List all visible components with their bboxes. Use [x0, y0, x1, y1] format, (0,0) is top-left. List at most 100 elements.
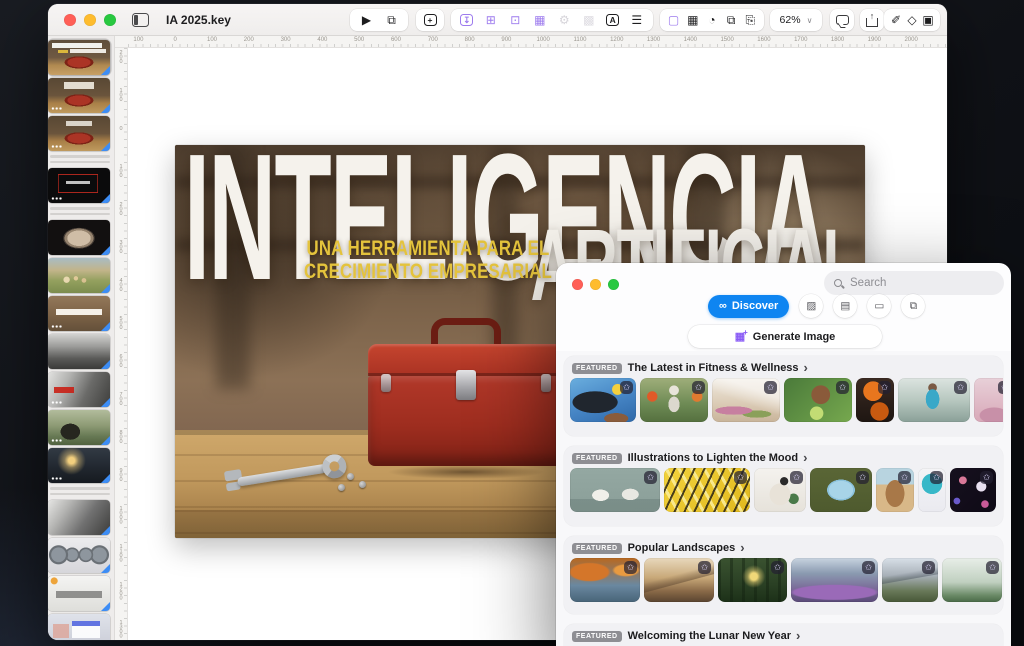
generate-image-button[interactable]: ▦ + Generate Image: [688, 325, 882, 348]
thumb-two-boats[interactable]: ✩: [570, 468, 660, 512]
favorite-star-badge[interactable]: ✩: [620, 381, 633, 394]
favorite-star-badge[interactable]: ✩: [734, 471, 747, 484]
format-brush-icon[interactable]: ✐: [889, 9, 903, 31]
thumb-foggy-hills[interactable]: ✩: [942, 558, 1002, 602]
search-field[interactable]: [824, 271, 1004, 295]
thumb-yellow-swirls[interactable]: ✩: [664, 468, 750, 512]
thumb-pink-workout[interactable]: ✩: [974, 378, 1003, 422]
favorite-star-badge[interactable]: ✩: [698, 561, 711, 574]
favorite-star-badge[interactable]: ✩: [836, 381, 849, 394]
new-slide-purple-icon[interactable]: ⊞: [484, 9, 498, 31]
slide-thumb-14[interactable]: [48, 576, 110, 611]
photos-tab[interactable]: ▨: [799, 294, 823, 318]
favorite-star-badge[interactable]: ✩: [790, 471, 803, 484]
add-slide-icon[interactable]: +: [424, 14, 437, 26]
magic-style-icon[interactable]: ⚙: [557, 9, 571, 31]
slide-subtitle[interactable]: UNA HERRAMIENTA PARA EL CRECIMIENTO EMPR…: [272, 237, 584, 283]
media-icon[interactable]: ⧉: [724, 9, 738, 31]
traffic-light[interactable]: [64, 14, 76, 26]
section-header[interactable]: FEATURED Welcoming the Lunar New Year ›: [564, 624, 1003, 646]
skipped-slides-separator[interactable]: [48, 484, 114, 498]
favorite-star-badge[interactable]: ✩: [692, 381, 705, 394]
section-header[interactable]: FEATURED Popular Landscapes ›: [564, 536, 1003, 558]
slide-thumb-9[interactable]: [48, 372, 110, 407]
text-box-icon[interactable]: A: [606, 14, 619, 26]
slide-thumb-2[interactable]: [48, 78, 110, 113]
grid-icon[interactable]: ▩: [582, 9, 596, 31]
favorite-star-badge[interactable]: ✩: [986, 561, 999, 574]
traffic-light[interactable]: [104, 14, 116, 26]
thumb-woman-green-juice[interactable]: ✩: [784, 378, 852, 422]
traffic-light[interactable]: [84, 14, 96, 26]
skipped-slides-separator[interactable]: [48, 204, 114, 218]
insert-gallery-icon[interactable]: ▦: [533, 9, 547, 31]
slide-thumb-13[interactable]: [48, 538, 110, 573]
thumb-space-rocket[interactable]: ✩: [950, 468, 996, 512]
thumb-sunlit-forest[interactable]: ✩: [718, 558, 787, 602]
insert-image-icon[interactable]: ⊡: [508, 9, 522, 31]
favorite-star-badge[interactable]: ✩: [878, 381, 891, 394]
favorite-star-badge[interactable]: ✩: [954, 381, 967, 394]
slide-thumb-5[interactable]: [48, 220, 110, 255]
shape-icon[interactable]: ▢: [667, 9, 681, 31]
slide-thumb-12[interactable]: [48, 500, 110, 535]
traffic-light[interactable]: [608, 279, 619, 290]
slide-thumb-11[interactable]: [48, 448, 110, 483]
skipped-slides-separator[interactable]: [48, 152, 114, 166]
slide-thumb-7[interactable]: [48, 296, 110, 331]
thumb-teal-balloon[interactable]: ✩: [918, 468, 946, 512]
favorite-star-badge[interactable]: ✩: [624, 561, 637, 574]
favorite-star-badge[interactable]: ✩: [771, 561, 784, 574]
favorite-star-badge[interactable]: ✩: [980, 471, 993, 484]
thumb-man-treadmill[interactable]: ✩: [898, 378, 970, 422]
favorite-star-badge[interactable]: ✩: [862, 561, 875, 574]
search-input[interactable]: [848, 276, 978, 290]
thumb-dog-sunglasses[interactable]: ✩: [754, 468, 806, 512]
slide-thumb-1[interactable]: [48, 40, 110, 75]
slide-thumb-8[interactable]: [48, 334, 110, 369]
slide-thumb-15[interactable]: [48, 614, 110, 641]
thumb-orange-gym-balls[interactable]: ✩: [856, 378, 894, 422]
section-header[interactable]: FEATURED Illustrations to Lighten the Mo…: [564, 446, 1003, 468]
graphics-tab[interactable]: ▤: [833, 294, 857, 318]
favorite-star-badge[interactable]: ✩: [898, 471, 911, 484]
thumb-lupine-field[interactable]: ✩: [791, 558, 878, 602]
tab-discover[interactable]: ∞ Discover: [708, 295, 789, 318]
zoom-dropdown[interactable]: 62% ∨: [770, 9, 822, 31]
thumb-yoga-mats[interactable]: ✩: [712, 378, 780, 422]
favorite-star-badge[interactable]: ✩: [930, 471, 943, 484]
traffic-light[interactable]: [572, 279, 583, 290]
favorite-star-badge[interactable]: ✩: [856, 471, 869, 484]
table-icon[interactable]: ▦: [686, 9, 700, 31]
thumb-tai-chi-group[interactable]: ✩: [640, 378, 708, 422]
favorite-star-badge[interactable]: ✩: [644, 471, 657, 484]
play-icon[interactable]: ▶: [360, 9, 374, 31]
favorite-star-badge[interactable]: ✩: [922, 561, 935, 574]
thumb-misty-mountains[interactable]: ✩: [644, 558, 714, 602]
slide-thumb-10[interactable]: [48, 410, 110, 445]
thumb-blue-lake-blob[interactable]: ✩: [810, 468, 872, 512]
document-icon[interactable]: ▣: [921, 9, 935, 31]
slide-thumb-6[interactable]: [48, 258, 110, 293]
attach-icon[interactable]: ⎘: [743, 9, 757, 31]
favorite-star-badge[interactable]: ✩: [764, 381, 777, 394]
thumb-pickleball[interactable]: ✩: [570, 378, 636, 422]
insert-template-icon[interactable]: ↧: [460, 14, 473, 26]
chart-icon[interactable]: ◔: [705, 9, 719, 31]
comment-button[interactable]: [830, 9, 854, 31]
play-in-window-icon[interactable]: ⧉: [385, 9, 399, 31]
traffic-light[interactable]: [590, 279, 601, 290]
section-header[interactable]: FEATURED The Latest in Fitness & Wellnes…: [564, 356, 1003, 378]
favorite-star-badge[interactable]: ✩: [998, 381, 1003, 394]
slide-thumb-3[interactable]: [48, 116, 110, 151]
slide-thumb-4[interactable]: [48, 168, 110, 203]
sidebar-toggle-icon[interactable]: [132, 13, 149, 27]
thumb-autumn-lake[interactable]: ✩: [570, 558, 640, 602]
list-icon[interactable]: ☰: [630, 9, 644, 31]
videos-tab[interactable]: ▭: [867, 294, 891, 318]
thumb-mountain-ridge[interactable]: ✩: [882, 558, 938, 602]
thumb-camel-face[interactable]: ✩: [876, 468, 914, 512]
animate-icon[interactable]: ◇: [905, 9, 919, 31]
shapes-tab[interactable]: ⧉: [901, 294, 925, 318]
share-button[interactable]: ↑: [860, 9, 884, 31]
